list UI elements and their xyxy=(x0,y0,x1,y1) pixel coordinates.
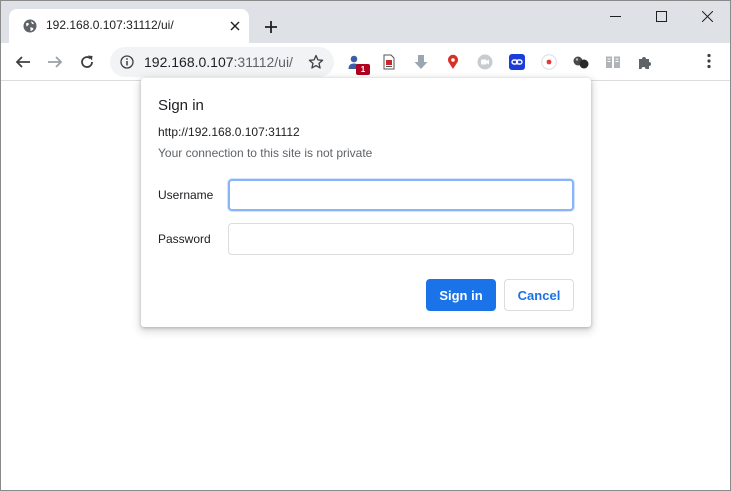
browser-toolbar: 192.168.0.107:31112/ui/ xyxy=(1,43,730,114)
minimize-window-icon[interactable] xyxy=(592,1,638,31)
balls-extension-icon[interactable] xyxy=(572,53,590,71)
download-arrow-extension-icon[interactable] xyxy=(412,53,430,71)
record-extension-icon[interactable] xyxy=(540,53,558,71)
back-arrow-icon[interactable] xyxy=(10,49,36,75)
address-url: 192.168.0.107:31112/ui/ xyxy=(144,54,293,70)
reload-icon[interactable] xyxy=(74,49,100,75)
new-tab-plus-icon[interactable] xyxy=(261,17,281,37)
map-pin-extension-icon[interactable] xyxy=(444,53,462,71)
cancel-button[interactable]: Cancel xyxy=(504,279,574,311)
globe-icon xyxy=(23,19,37,33)
site-info-icon[interactable] xyxy=(120,55,134,69)
address-bar[interactable]: 192.168.0.107:31112/ui/ xyxy=(110,47,334,77)
tab-title: 192.168.0.107:31112/ui/ xyxy=(46,18,174,32)
address-host: 192.168.0.107 xyxy=(144,54,234,70)
browser-window: 192.168.0.107:31112/ui/ 192.168.0.107:31… xyxy=(0,0,731,491)
dialog-title: Sign in xyxy=(158,97,204,114)
tab-strip: 192.168.0.107:31112/ui/ xyxy=(1,1,730,43)
password-label: Password xyxy=(158,232,211,246)
tab-close-icon[interactable] xyxy=(227,18,243,34)
address-path: :31112/ui/ xyxy=(233,54,293,70)
password-field[interactable] xyxy=(228,223,574,255)
username-label: Username xyxy=(158,188,214,202)
active-tab[interactable]: 192.168.0.107:31112/ui/ xyxy=(9,9,249,43)
extension-badge: 1 xyxy=(356,64,370,75)
pdf-extension-icon[interactable] xyxy=(380,53,398,71)
connection-warning: Your connection to this site is not priv… xyxy=(158,146,373,160)
username-field[interactable] xyxy=(228,179,574,211)
reading-list-extension-icon[interactable] xyxy=(604,53,622,71)
dialog-origin: http://192.168.0.107:31112 xyxy=(158,125,300,139)
zoom-extension-icon[interactable] xyxy=(476,53,494,71)
link-extension-icon[interactable] xyxy=(508,53,526,71)
forward-arrow-icon[interactable] xyxy=(42,49,68,75)
browser-menu-icon[interactable] xyxy=(700,51,718,71)
sign-in-dialog: Sign in http://192.168.0.107:31112 Your … xyxy=(141,78,591,327)
bookmark-star-icon[interactable] xyxy=(308,54,324,70)
close-window-icon[interactable] xyxy=(684,1,730,31)
puzzle-extensions-icon[interactable] xyxy=(636,53,654,71)
maximize-window-icon[interactable] xyxy=(638,1,684,31)
sign-in-button[interactable]: Sign in xyxy=(426,279,496,311)
